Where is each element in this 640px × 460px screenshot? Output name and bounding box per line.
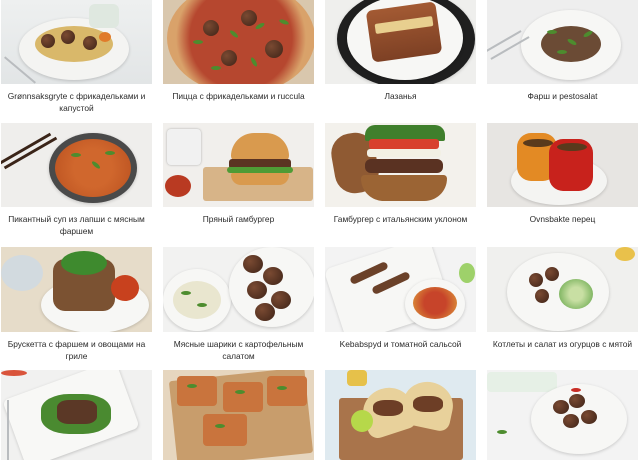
- recipe-title[interactable]: Grønnsaksgryte с фрикадельками и капусто…: [1, 84, 152, 123]
- recipe-title[interactable]: Kebabspyd и томатной сальсой: [325, 332, 476, 370]
- recipe-photo[interactable]: [487, 0, 638, 84]
- recipe-card-photo[interactable]: [325, 247, 476, 332]
- recipe-card-photo[interactable]: [163, 123, 314, 207]
- recipe-title[interactable]: Брускетта с фаршем и овощами на гриле: [1, 332, 152, 370]
- recipe-photo[interactable]: [487, 123, 638, 207]
- recipe-card-photo[interactable]: [487, 123, 638, 207]
- recipe-card-photo[interactable]: [325, 370, 476, 460]
- recipe-card-photo[interactable]: [163, 0, 314, 84]
- recipe-card-photo[interactable]: [1, 370, 152, 460]
- recipe-card-photo[interactable]: [325, 0, 476, 84]
- recipe-photo[interactable]: [325, 247, 476, 332]
- recipe-photo[interactable]: [163, 370, 314, 460]
- recipe-card-photo[interactable]: [163, 247, 314, 332]
- recipe-photo[interactable]: [325, 370, 476, 460]
- recipe-photo[interactable]: [325, 123, 476, 207]
- recipe-title[interactable]: Котлеты и салат из огурцов с мятой: [487, 332, 638, 370]
- recipe-photo[interactable]: [1, 247, 152, 332]
- recipe-card-photo[interactable]: [325, 123, 476, 207]
- recipe-card-photo[interactable]: [163, 370, 314, 460]
- recipe-card-photo[interactable]: [487, 370, 638, 460]
- recipe-photo[interactable]: [1, 123, 152, 207]
- recipe-card-photo[interactable]: [487, 247, 638, 332]
- recipe-title[interactable]: Пряный гамбургер: [163, 207, 314, 247]
- recipe-photo[interactable]: [487, 247, 638, 332]
- recipe-photo[interactable]: [1, 0, 152, 84]
- recipe-title[interactable]: Пикантный суп из лапши с мясным фаршем: [1, 207, 152, 247]
- recipe-card-photo[interactable]: [487, 0, 638, 84]
- recipe-title[interactable]: Ovnsbakte перец: [487, 207, 638, 247]
- recipe-photo[interactable]: [163, 123, 314, 207]
- recipe-card-photo[interactable]: [1, 0, 152, 84]
- recipe-title[interactable]: Фарш и pestosalat: [487, 84, 638, 123]
- recipe-title[interactable]: Мясные шарики с картофельным салатом: [163, 332, 314, 370]
- recipe-photo[interactable]: [487, 370, 638, 460]
- recipe-grid: Grønnsaksgryte с фрикадельками и капусто…: [0, 0, 640, 460]
- recipe-photo[interactable]: [163, 0, 314, 84]
- recipe-photo[interactable]: [163, 247, 314, 332]
- recipe-title[interactable]: Пицца с фрикадельками и ruccula: [163, 84, 314, 123]
- recipe-title[interactable]: Гамбургер с итальянским уклоном: [325, 207, 476, 247]
- recipe-card-photo[interactable]: [1, 123, 152, 207]
- recipe-photo[interactable]: [325, 0, 476, 84]
- recipe-title[interactable]: Лазанья: [325, 84, 476, 123]
- recipe-photo[interactable]: [1, 370, 152, 460]
- recipe-card-photo[interactable]: [1, 247, 152, 332]
